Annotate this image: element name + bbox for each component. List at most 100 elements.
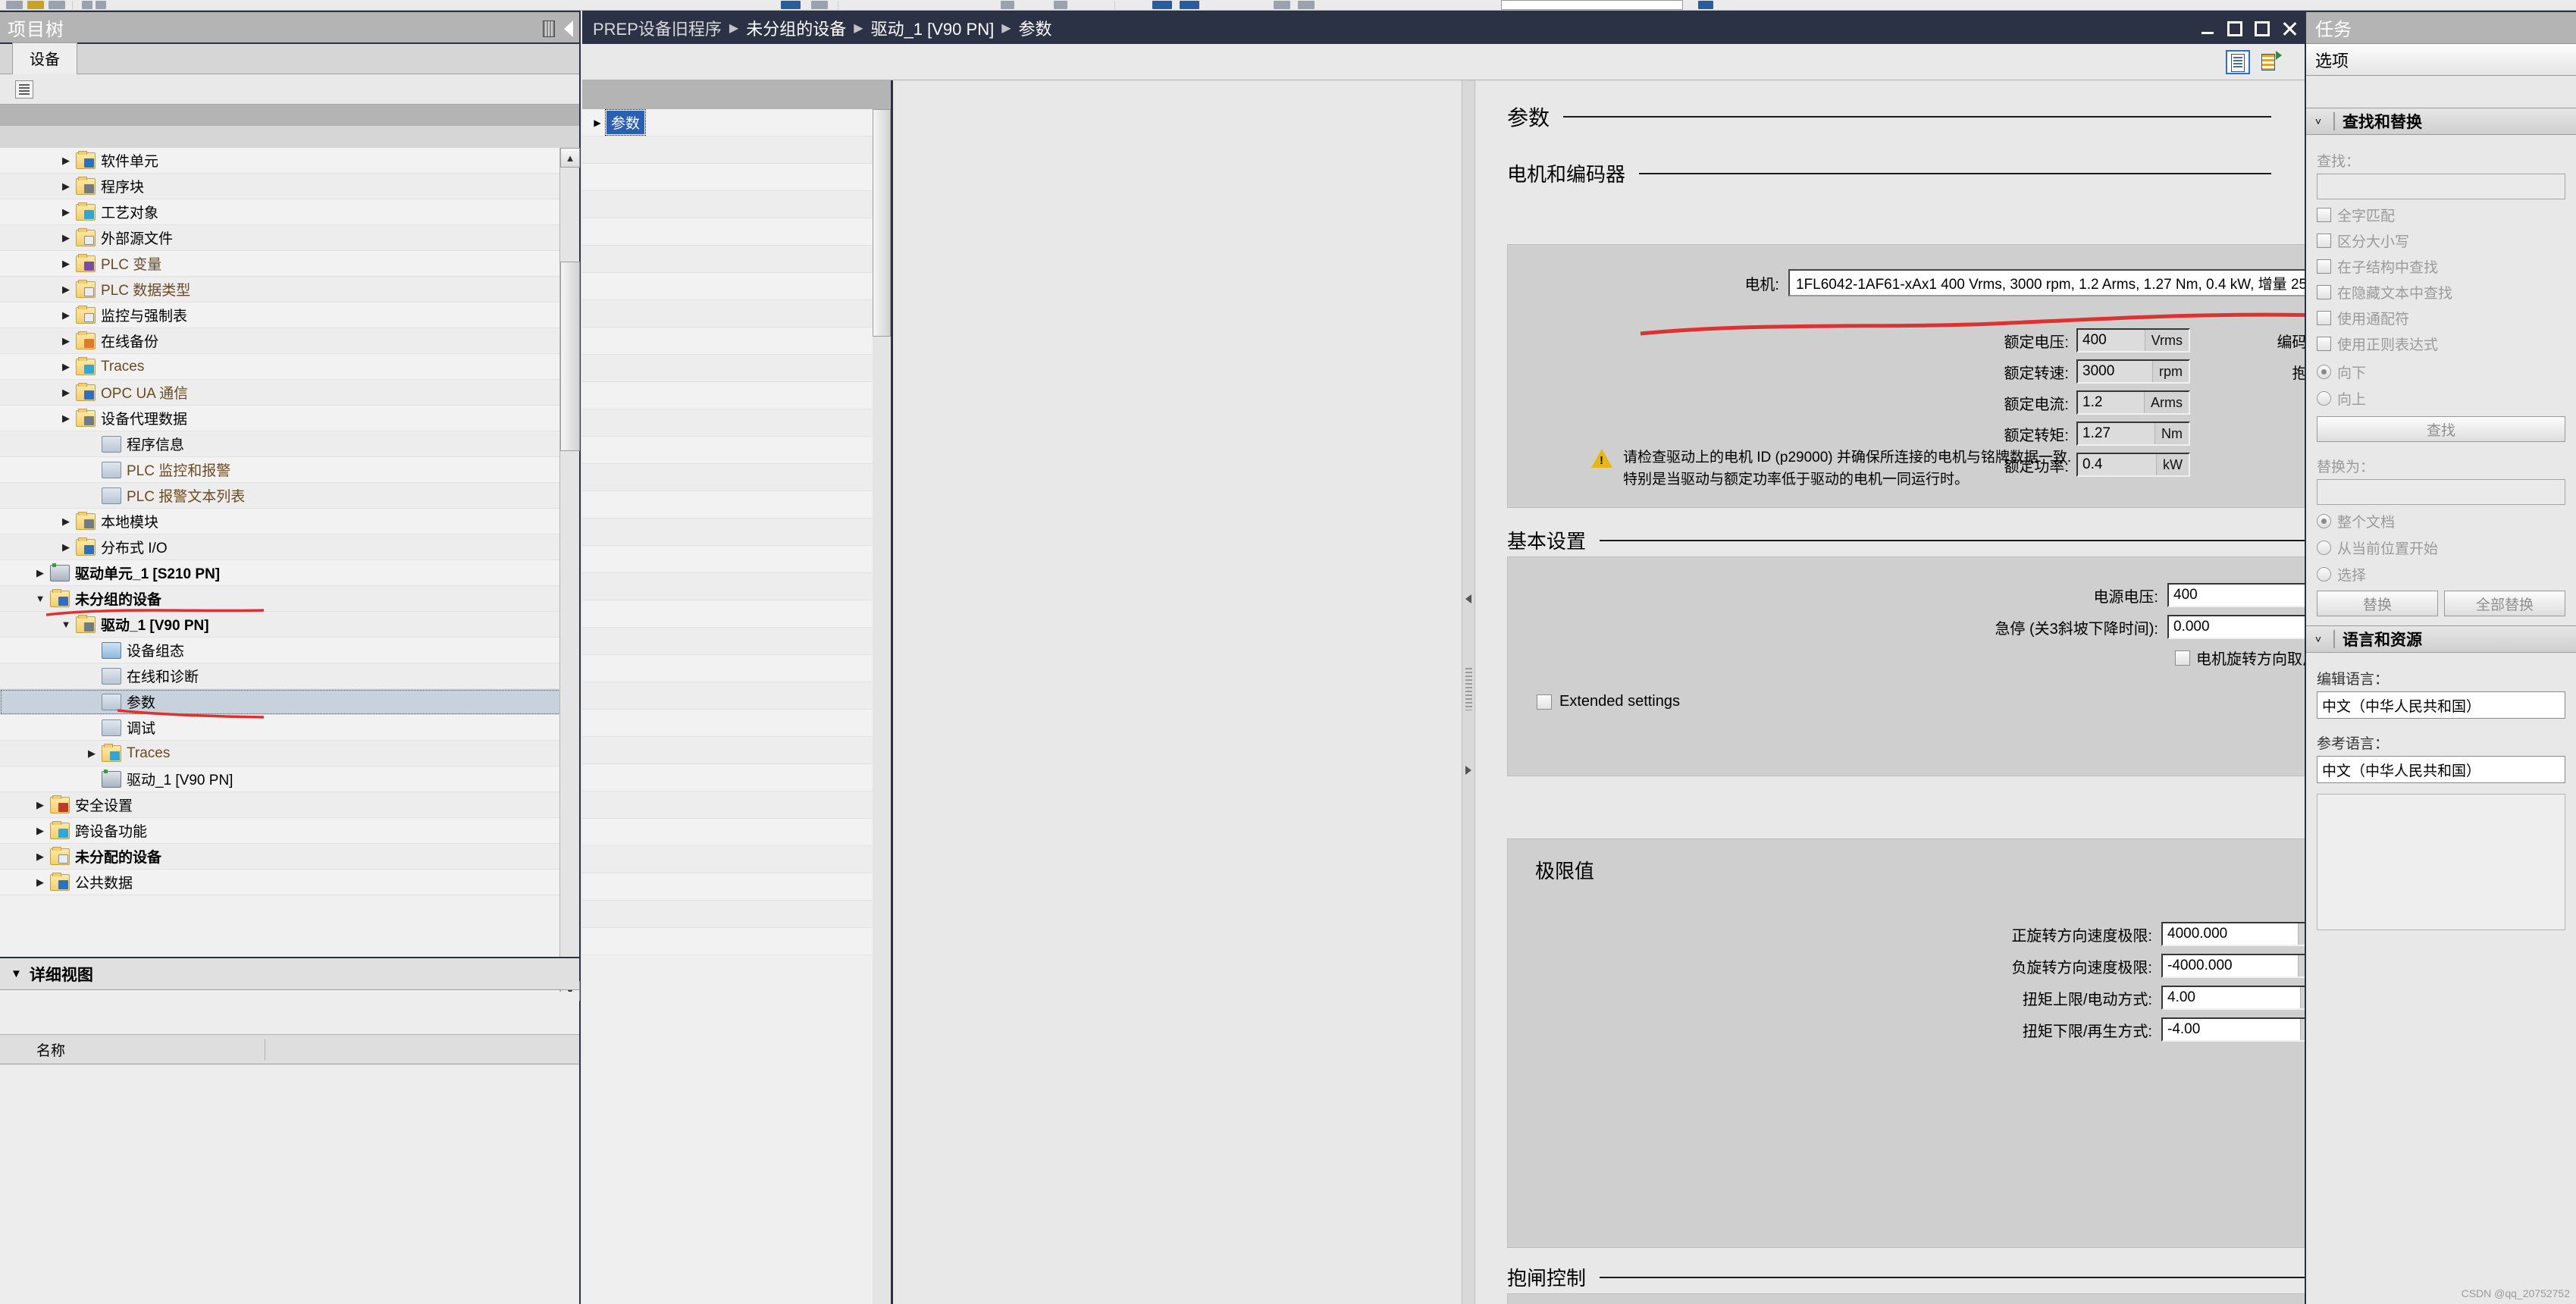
checkbox[interactable] [2317,234,2331,248]
vertical-splitter[interactable] [1462,80,1475,1304]
find-replace-section-header[interactable]: ˅ 查找和替换 [2306,108,2576,135]
search-direction-option[interactable]: 向下 [2317,362,2565,382]
splitter-collapse-left-icon[interactable] [1465,594,1471,603]
tree-item[interactable]: ▶ 软件单元 [0,148,561,174]
tree-item-selected[interactable]: 参数 [0,689,561,715]
tree-item[interactable]: ▶ Traces [0,741,561,766]
chevron-right-icon[interactable]: ▶ [56,206,76,218]
toolbar-icon-layout[interactable] [1298,1,1315,9]
tree-scroll-up-button[interactable]: ▲ [560,148,580,168]
tree-item[interactable]: ▶ 跨设备功能 [0,818,561,844]
checkbox[interactable] [2317,285,2331,299]
checkbox[interactable] [2317,259,2331,274]
find-option[interactable]: 使用正则表达式 [2317,334,2565,354]
chevron-right-icon[interactable]: ▶ [30,876,50,889]
radio-button[interactable] [2317,541,2331,555]
tree-scroll-thumb[interactable] [560,262,580,451]
chevron-down-icon[interactable]: ▼ [30,593,50,604]
splitter-grip[interactable] [1465,667,1472,710]
language-resource-list[interactable] [2317,794,2565,930]
project-tree-scrollbar[interactable]: ▲ ▼ [559,148,580,1001]
toolbar-icon-compile[interactable] [781,1,801,9]
toolbar-icon-zoom[interactable] [1274,1,1290,9]
tree-item[interactable]: 设备组态 [0,638,561,663]
restore-button[interactable] [2227,21,2242,36]
parameter-navigation-scrollbar[interactable] [873,109,891,1304]
chevron-right-icon[interactable]: ▶ [56,309,76,321]
breadcrumb-item-3[interactable]: 参数 [1019,16,1052,40]
breadcrumb-item-0[interactable]: PREP设备旧程序 [593,16,722,40]
chevron-right-icon[interactable]: ▶ [30,851,50,863]
nav-item[interactable]: ▶ 参数 [582,109,891,136]
checkbox[interactable] [2317,208,2331,222]
maximize-button[interactable] [2255,21,2270,36]
minimize-button[interactable] [2200,21,2215,36]
pin-icon[interactable] [543,20,555,37]
close-button[interactable] [2282,21,2297,36]
tree-item[interactable]: ▶ 公共数据 [0,870,561,895]
chevron-right-icon[interactable]: ▶ [30,825,50,837]
toolbar-search-field[interactable] [1501,0,1683,10]
toolbar-icon-go[interactable] [1698,1,1713,9]
toolbar-icon-help[interactable] [1180,1,1199,9]
tree-item[interactable]: PLC 报警文本列表 [0,483,561,509]
language-section-header[interactable]: ˅ 语言和资源 [2306,625,2576,653]
toolbar-icon-online[interactable] [1001,1,1014,9]
tree-item[interactable]: ▶ 分布式 I/O [0,534,561,560]
chevron-right-icon[interactable]: ▶ [56,232,76,244]
chevron-right-icon[interactable]: ▶ [30,567,50,579]
export-parameters-icon[interactable] [2258,50,2282,74]
reverse-direction-checkbox[interactable] [2175,650,2190,666]
replace-scope-option[interactable]: 整个文档 [2317,511,2565,531]
chevron-right-icon[interactable]: ▶ [56,516,76,528]
search-direction-option[interactable]: 向上 [2317,388,2565,409]
find-option[interactable]: 使用通配符 [2317,308,2565,328]
chevron-right-icon[interactable]: ▶ [56,258,76,270]
tree-item[interactable]: ▶ 本地模块 [0,509,561,534]
tree-item[interactable]: ▼ 未分组的设备 [0,586,561,612]
chevron-right-icon[interactable]: ▶ [56,387,76,399]
tree-item[interactable]: 在线和诊断 [0,663,561,689]
chevron-right-icon[interactable]: ▶ [56,541,76,553]
replace-all-button[interactable]: 全部替换 [2444,591,2565,616]
detail-view-header[interactable]: ▼ 详细视图 [0,957,579,990]
chevron-right-icon[interactable]: ▶ [56,412,76,425]
tree-item[interactable]: ▶ 工艺对象 [0,199,561,225]
tab-devices[interactable]: 设备 [12,42,77,74]
tree-item[interactable]: ▶ 未分配的设备 [0,844,561,870]
find-option[interactable]: 在隐藏文本中查找 [2317,282,2565,302]
radio-button[interactable] [2317,567,2331,581]
tree-item[interactable]: ▶ 驱动单元_1 [S210 PN] [0,560,561,586]
splitter-collapse-right-icon[interactable] [1465,765,1471,775]
toolbar-icon-search[interactable] [1152,1,1172,9]
chevron-right-icon[interactable]: ▶ [588,118,606,128]
tree-item[interactable]: ▶ 安全设置 [0,792,561,818]
tree-item[interactable]: 驱动_1 [V90 PN] [0,766,561,792]
parameter-list-icon[interactable] [2226,50,2250,74]
radio-button[interactable] [2317,391,2331,406]
chevron-right-icon[interactable]: ▶ [30,799,50,811]
radio-button[interactable] [2317,514,2331,528]
toolbar-icon-save[interactable] [49,1,65,9]
toolbar-icon-download[interactable] [811,1,828,9]
chevron-right-icon[interactable]: ▶ [56,155,76,167]
field-input[interactable]: 4.00Nm [2161,986,2305,1010]
reference-language-select[interactable]: 中文（中华人民共和国） [2317,756,2565,783]
tree-item[interactable]: ▶ 设备代理数据 [0,406,561,431]
find-option[interactable]: 区分大小写 [2317,230,2565,251]
replace-scope-option[interactable]: 选择 [2317,564,2565,585]
motor-select[interactable]: 1FL6042-1AF61-xAx1 400 Vrms, 3000 rpm, 1… [1788,269,2305,296]
tree-item[interactable]: ▶ 外部源文件 [0,225,561,251]
find-input[interactable] [2317,174,2565,199]
field-input[interactable]: -4.00Nm [2161,1017,2305,1042]
toolbar-icon-open[interactable] [27,1,44,9]
tree-item[interactable]: PLC 监控和报警 [0,457,561,483]
tree-item[interactable]: 调试 [0,715,561,741]
extended-settings-checkbox[interactable] [1537,694,1552,710]
checkbox[interactable] [2317,311,2331,325]
breadcrumb-item-2[interactable]: 驱动_1 [V90 PN] [871,16,995,40]
main-toolbar[interactable] [0,0,2576,11]
edit-language-select[interactable]: 中文（中华人民共和国） [2317,691,2565,719]
replace-button[interactable]: 替换 [2317,591,2438,616]
tree-item[interactable]: ▶ 监控与强制表 [0,302,561,328]
